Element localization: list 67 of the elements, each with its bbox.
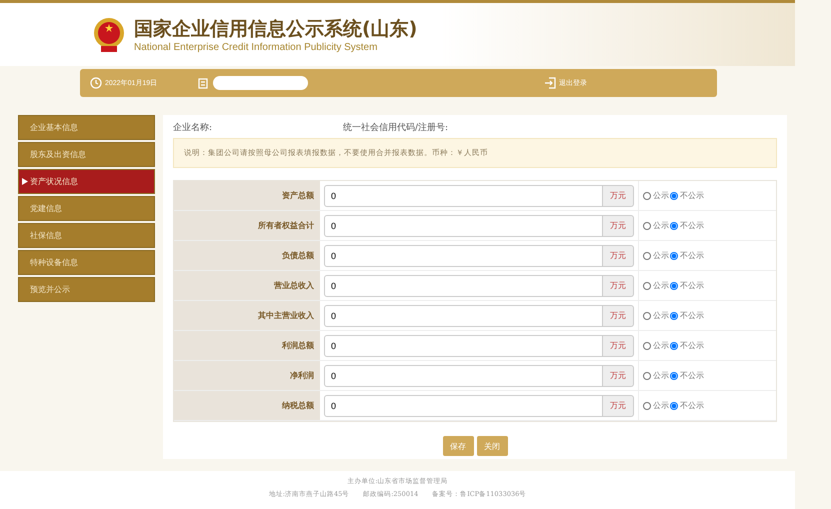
unit-addon: 万元 [603,334,634,356]
field-label: 利润总额 [174,331,320,360]
amount-input[interactable]: 0 [324,304,603,326]
publish-radio[interactable] [643,402,651,410]
field-label: 资产总额 [174,181,320,210]
publish-radio[interactable] [643,192,651,200]
unit-addon: 万元 [603,274,634,296]
amount-input[interactable]: 0 [324,274,603,296]
hide-radio[interactable] [670,252,678,260]
sidebar-item[interactable]: 股东及出资信息 [18,142,155,167]
field-label: 负债总额 [174,241,320,270]
hide-radio[interactable] [670,312,678,320]
unit-addon: 万元 [603,184,634,206]
radio-label: 公示 [653,250,669,261]
field-label: 纳税总额 [174,391,320,420]
hide-radio[interactable] [670,282,678,290]
radio-label: 不公示 [680,280,704,291]
site-title: 国家企业信用信息公示系统(山东) [134,17,418,42]
amount-input[interactable]: 0 [324,394,603,416]
pointer-icon [22,178,28,185]
unit-addon: 万元 [603,394,634,416]
publish-radio[interactable] [643,342,651,350]
hide-radio[interactable] [670,342,678,350]
unit-addon: 万元 [603,244,634,266]
radio-label: 不公示 [680,400,704,411]
emblem-icon [92,16,126,52]
logout-icon [544,77,556,89]
unit-addon: 万元 [603,214,634,236]
radio-label: 公示 [653,280,669,291]
publish-radio[interactable] [643,282,651,290]
amount-input[interactable]: 0 [324,184,603,206]
publish-radio[interactable] [643,222,651,230]
field-label: 其中主营业收入 [174,301,320,330]
hide-radio[interactable] [670,222,678,230]
radio-label: 公示 [653,310,669,321]
amount-input[interactable]: 0 [324,244,603,266]
site-subtitle: National Enterprise Credit Information Publicity System [134,42,378,53]
field-label: 净利润 [174,361,320,390]
publish-radio[interactable] [643,372,651,380]
radio-label: 不公示 [680,340,704,351]
unit-addon: 万元 [603,364,634,386]
hide-radio[interactable] [670,402,678,410]
radio-label: 不公示 [680,310,704,321]
amount-input[interactable]: 0 [324,214,603,236]
publish-radio[interactable] [643,252,651,260]
radio-label: 公示 [653,340,669,351]
field-label: 所有者权益合计 [174,211,320,240]
radio-label: 公示 [653,190,669,201]
radio-label: 不公示 [680,220,704,231]
radio-label: 公示 [653,370,669,381]
sidebar-item[interactable]: 资产状况信息 [18,169,155,194]
credit-code-label: 统一社会信用代码/注册号: [343,122,448,134]
radio-label: 公示 [653,220,669,231]
unit-addon: 万元 [603,304,634,326]
publish-radio[interactable] [643,312,651,320]
radio-label: 公示 [653,400,669,411]
building-icon [197,77,210,89]
radio-label: 不公示 [680,190,704,201]
amount-input[interactable]: 0 [324,364,603,386]
radio-label: 不公示 [680,370,704,381]
amount-input[interactable]: 0 [324,334,603,356]
radio-label: 不公示 [680,250,704,261]
hide-radio[interactable] [670,192,678,200]
company-name-label: 企业名称: [173,122,214,134]
clock-icon [90,77,102,89]
hide-radio[interactable] [670,372,678,380]
field-label: 营业总收入 [174,271,320,300]
